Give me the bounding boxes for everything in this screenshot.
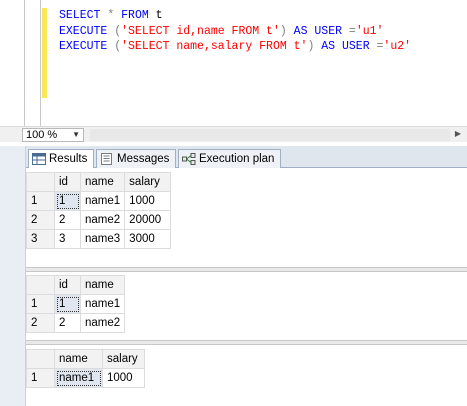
table-row[interactable]: 3 3 name3 3000 <box>26 229 172 249</box>
code-token: ) <box>279 24 287 38</box>
grid-cell[interactable]: name2 <box>79 210 126 230</box>
grid-cell[interactable]: 3000 <box>124 229 172 249</box>
zoom-value: 100 % <box>26 129 58 141</box>
grid-cell[interactable]: name3 <box>79 229 126 249</box>
results-left-gutter <box>0 146 26 406</box>
messages-icon <box>101 153 112 165</box>
code-token: t <box>148 9 163 22</box>
row-number[interactable]: 1 <box>26 368 55 388</box>
code-line[interactable]: EXECUTE ('SELECT id,name FROM t') AS USE… <box>47 24 467 40</box>
code-token: 'SELECT id,name FROM t' <box>121 24 280 38</box>
grid-corner[interactable] <box>26 275 55 295</box>
grid-cell[interactable]: name1 <box>54 368 103 388</box>
code-token: AS <box>293 24 308 38</box>
table-row[interactable]: 1 1 name1 <box>26 294 126 314</box>
column-header[interactable]: salary <box>124 172 172 192</box>
result-grid-2[interactable]: id name 1 1 name1 2 2 name2 <box>26 275 467 333</box>
grid-splitter[interactable] <box>26 267 467 272</box>
table-row[interactable]: 1 1 name1 1000 <box>26 191 172 211</box>
code-token: AS <box>321 40 336 53</box>
code-token: = <box>348 24 356 38</box>
grid-cell[interactable]: 3 <box>54 229 81 249</box>
results-area: id name salary 1 1 name1 1000 2 2 name2 20000 3 3 nam… <box>26 168 467 406</box>
result-grid-3[interactable]: name salary 1 name1 1000 <box>26 349 467 388</box>
tab-execution-plan-label: Execution plan <box>199 153 275 165</box>
grid-header-row: id name <box>26 275 126 295</box>
editor-gutter <box>0 0 40 126</box>
row-number[interactable]: 3 <box>26 229 55 249</box>
column-header[interactable]: id <box>54 172 81 192</box>
code-token: FROM <box>121 9 149 22</box>
table-row[interactable]: 2 2 name2 <box>26 313 126 333</box>
execution-plan-icon <box>182 153 196 165</box>
scroll-right-icon[interactable]: ▶ <box>455 129 461 138</box>
grid-cell[interactable]: name2 <box>79 313 126 333</box>
grid-cell[interactable]: 1 <box>54 191 81 211</box>
zoom-strip: 100 % ▼ ▶ <box>0 126 467 142</box>
tab-execution-plan[interactable]: Execution plan <box>178 149 282 169</box>
grid-corner[interactable] <box>26 172 55 192</box>
editor-gutter-divider <box>40 0 41 126</box>
code-token: USER <box>314 24 342 38</box>
grid-cell[interactable]: name1 <box>79 191 126 211</box>
code-token: 'u2' <box>383 40 412 53</box>
column-header[interactable]: name <box>79 275 126 295</box>
chevron-down-icon: ▼ <box>72 130 80 139</box>
grid-cell[interactable]: 20000 <box>124 210 172 230</box>
grid-splitter[interactable] <box>26 340 467 345</box>
table-row[interactable]: 1 name1 1000 <box>26 368 145 388</box>
column-header[interactable]: id <box>54 275 81 295</box>
row-number[interactable]: 1 <box>26 191 55 211</box>
tab-messages[interactable]: Messages <box>96 149 177 169</box>
grid-cell[interactable]: 1000 <box>124 191 172 211</box>
column-header[interactable]: salary <box>102 349 145 369</box>
code-line[interactable]: EXECUTE ('SELECT name,salary FROM t') AS… <box>47 39 467 55</box>
grid-cell[interactable]: 1 <box>54 294 81 314</box>
grid-cell[interactable]: 1000 <box>102 368 145 388</box>
code-token: USER <box>342 40 370 53</box>
zoom-dropdown[interactable]: 100 % ▼ <box>22 128 84 142</box>
tab-results[interactable]: Results <box>28 149 95 170</box>
grid-header-row: id name salary <box>26 172 172 192</box>
grid-header-row: name salary <box>26 349 145 369</box>
code-token: SELECT <box>59 9 101 22</box>
grid-corner[interactable] <box>26 349 55 369</box>
code-token: 'SELECT name,salary FROM t' <box>121 40 308 53</box>
grid-icon <box>32 153 46 165</box>
horizontal-scrollbar[interactable] <box>90 129 450 141</box>
code-line[interactable]: SELECT * FROM t <box>47 8 467 24</box>
tab-results-label: Results <box>49 153 88 165</box>
row-number[interactable]: 2 <box>26 313 55 333</box>
table-row[interactable]: 2 2 name2 20000 <box>26 210 172 230</box>
column-header[interactable]: name <box>54 349 103 369</box>
row-number[interactable]: 1 <box>26 294 55 314</box>
tab-messages-label: Messages <box>117 153 170 165</box>
code-token: EXECUTE <box>59 24 108 38</box>
code-token: EXECUTE <box>59 40 108 53</box>
grid-cell[interactable]: name1 <box>79 294 126 314</box>
grid-cell[interactable]: 2 <box>54 210 81 230</box>
query-editor[interactable]: SELECT * FROM t EXECUTE ('SELECT id,name … <box>47 8 467 118</box>
editor-gutter-divider <box>24 0 25 126</box>
code-token: 'u1' <box>355 24 384 38</box>
result-grid-1[interactable]: id name salary 1 1 name1 1000 2 2 name2 20000 3 3 nam… <box>26 172 467 249</box>
results-tabbar: Results Messages Execution plan <box>26 146 467 170</box>
column-header[interactable]: name <box>79 172 126 192</box>
grid-cell[interactable]: 2 <box>54 313 81 333</box>
row-number[interactable]: 2 <box>26 210 55 230</box>
